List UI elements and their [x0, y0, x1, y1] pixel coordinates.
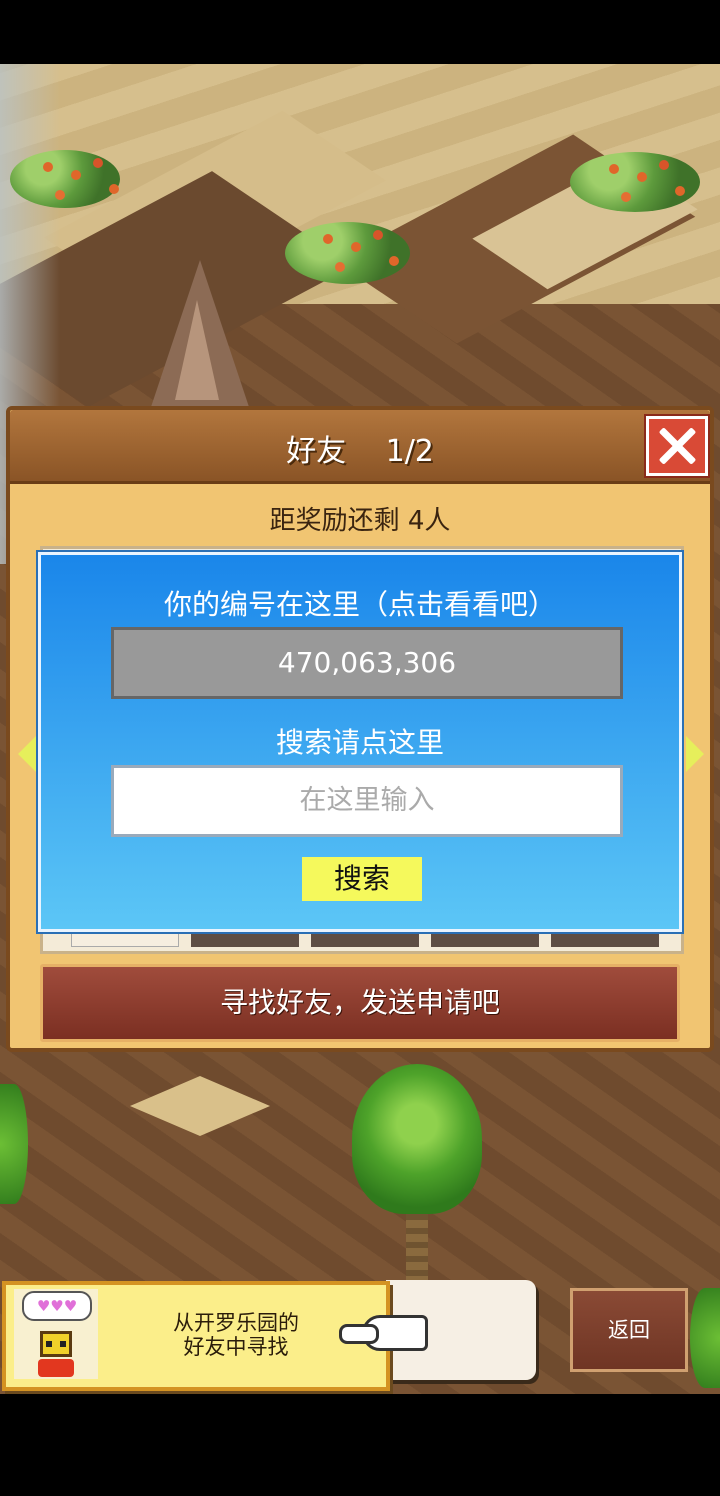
navigation-bar: [0, 1394, 720, 1496]
status-bar: [0, 0, 720, 64]
search-dialog: 你的编号在这里（点击看看吧） 470,063,306 搜索请点这里 在这里输入 …: [38, 552, 682, 932]
arrow-left-icon[interactable]: [18, 736, 36, 772]
banner-line-1: 从开罗乐园的: [173, 1311, 299, 1335]
arrow-right-icon[interactable]: [686, 736, 704, 772]
pointing-hand-icon: [339, 1315, 428, 1351]
robot-head: [40, 1331, 72, 1357]
screen: 好友 1/2 距奖励还剩 4人 寻找好友，发送申请吧 你的编号在这里（点击看看吧…: [0, 0, 720, 1496]
friend-slot[interactable]: [551, 933, 659, 947]
banner-text: 从开罗乐园的 好友中寻找: [136, 1311, 336, 1359]
reward-remaining-text: 距奖励还剩 4人: [269, 506, 451, 536]
my-id-field[interactable]: 470,063,306: [111, 627, 623, 699]
bush: [690, 1288, 720, 1388]
panel-header: 好友 1/2: [10, 410, 710, 484]
friend-slot[interactable]: [431, 933, 539, 947]
flower-bush: [570, 152, 700, 212]
robot-eyes: [46, 1341, 52, 1347]
panel-title: 好友 1/2: [286, 434, 434, 469]
back-button[interactable]: 返回: [570, 1288, 688, 1372]
banner-line-2: 好友中寻找: [183, 1335, 289, 1359]
flower-bush: [10, 150, 120, 208]
kairo-park-friends-banner[interactable]: ♥♥♥ 从开罗乐园的 好友中寻找: [2, 1281, 428, 1391]
friend-slot[interactable]: [191, 933, 299, 947]
robot-avatar-icon: ♥♥♥: [14, 1289, 98, 1379]
robot-body: [38, 1359, 74, 1377]
find-friends-button[interactable]: 寻找好友，发送申请吧: [40, 964, 680, 1042]
close-icon[interactable]: [646, 416, 708, 476]
search-input[interactable]: 在这里输入: [111, 765, 623, 837]
rock-spire-highlight: [175, 300, 219, 400]
hearts-bubble: ♥♥♥: [22, 1291, 92, 1321]
search-label: 搜索请点这里: [275, 726, 444, 759]
palm-tree-leaves: [352, 1064, 482, 1214]
my-id-label: 你的编号在这里（点击看看吧）: [163, 588, 556, 621]
flower-bush: [285, 222, 410, 284]
friend-slot[interactable]: [311, 933, 419, 947]
sand-patch: [130, 1076, 270, 1136]
bush: [0, 1084, 28, 1204]
search-button[interactable]: 搜索: [302, 857, 422, 901]
friend-slot[interactable]: [71, 933, 179, 947]
